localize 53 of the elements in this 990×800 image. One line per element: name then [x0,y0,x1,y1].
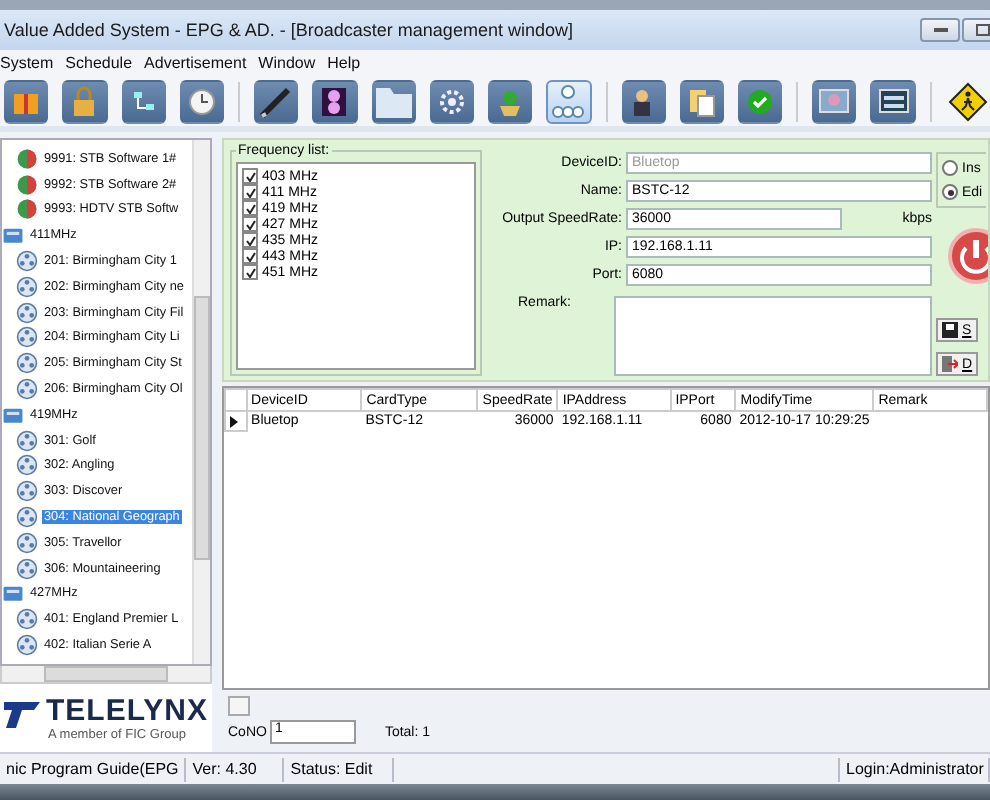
film-reel-icon [16,454,38,477]
checkbox[interactable] [242,264,258,280]
checkbox[interactable] [242,216,258,232]
maximize-icon [975,24,989,36]
maximize-button[interactable] [962,18,990,42]
menu-item[interactable]: Window [258,54,316,72]
film-reel-icon [16,480,38,503]
exit-icon [942,356,958,372]
menu-item[interactable]: System [0,54,54,72]
window-title: Value Added System - EPG & AD. - [Broadcaster management window] [4,20,575,40]
vertical-scrollbar[interactable] [192,140,210,664]
toolbar-button[interactable] [312,79,358,123]
checkbox[interactable] [242,184,258,200]
minimize-icon [933,28,947,32]
film-reel-icon [16,557,38,580]
horizontal-scrollbar[interactable] [0,666,212,684]
menu-item[interactable]: Advertisement [144,54,247,72]
film-reel-icon [16,531,38,554]
toolbar-button[interactable] [253,79,299,123]
network-icon [548,81,589,121]
menu-item[interactable]: Schedule [65,54,133,72]
folder-icon [2,403,24,426]
toolbar-button[interactable] [945,79,990,123]
film-reel-icon [16,275,38,298]
folder-icon [2,224,24,247]
film-reel-icon [16,378,38,401]
checkbox[interactable] [242,200,258,216]
toolbar-button[interactable] [621,79,666,123]
radio-button[interactable] [942,160,958,176]
film-reel-icon [16,326,38,349]
folder-icon [2,582,24,605]
film-reel-icon [16,429,38,452]
film-reel-icon [16,634,38,657]
minimize-button[interactable] [920,18,960,42]
status-text: Status: Edit [284,757,395,781]
power-button-icon [948,228,988,284]
toolbar-button[interactable] [870,79,916,123]
menu-item[interactable]: Help [327,54,361,72]
film-reel-icon [16,352,38,375]
film-reel-icon [16,301,38,324]
status-text: Ver: 4.30 [186,757,285,781]
checkbox[interactable] [242,168,258,184]
checkbox[interactable] [242,248,258,264]
checkbox[interactable] [242,232,258,248]
film-reel-icon [16,250,38,273]
status-text: nic Program Guide(EPG [0,757,187,781]
remark-field[interactable] [614,296,932,376]
warning-sign-icon [947,81,988,121]
film-reel-icon [16,608,38,631]
radio-button[interactable] [942,184,958,200]
status-text: Login:Administrator [840,757,990,781]
logo-text: TELELYNX [46,694,208,728]
film-reel-icon [16,506,38,529]
